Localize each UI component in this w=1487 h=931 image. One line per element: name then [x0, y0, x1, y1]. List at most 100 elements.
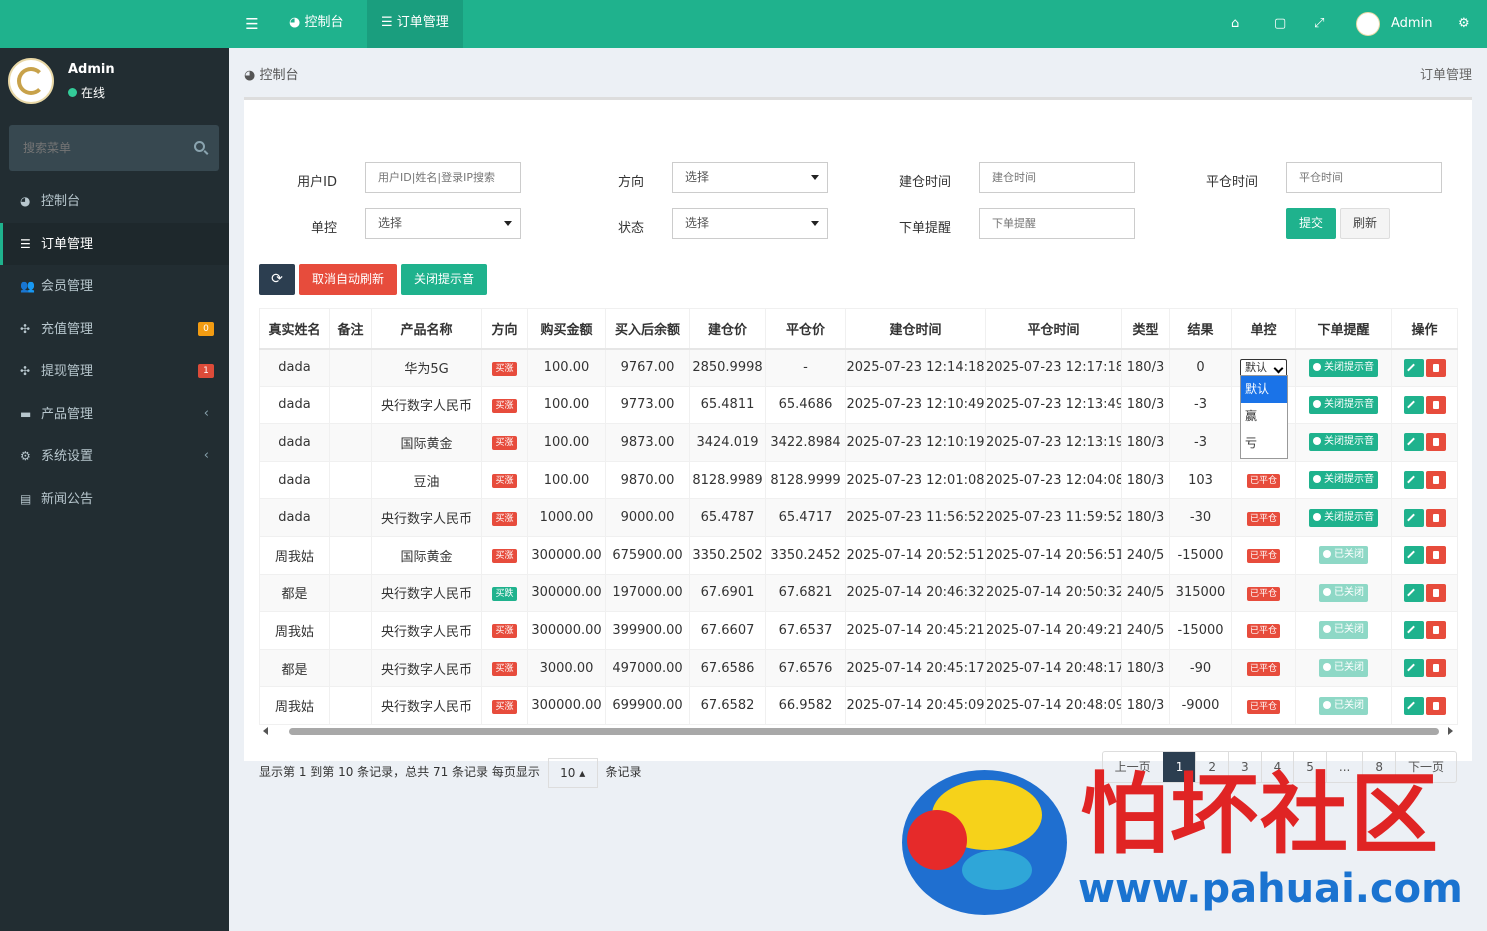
column-header[interactable]: 结果 [1169, 308, 1232, 350]
remind-closed-button[interactable]: 已关闭 [1319, 621, 1368, 640]
edit-icon[interactable] [1403, 471, 1424, 490]
sidebar-item-6[interactable]: ⚙ 系统设置 ‹ [0, 435, 229, 478]
edit-icon[interactable] [1403, 546, 1424, 565]
column-header[interactable]: 购买金额 [527, 308, 606, 350]
remind-closed-button[interactable]: 已关闭 [1319, 696, 1368, 715]
control-select[interactable]: 选择 [365, 208, 521, 239]
remind-closed-button[interactable]: 已关闭 [1319, 659, 1368, 678]
circle-icon [1313, 512, 1321, 521]
sidebar-item-3[interactable]: ✣ 充值管理 0 [0, 308, 229, 351]
scroll-right-icon[interactable] [1448, 727, 1453, 735]
scroll-left-icon[interactable] [263, 727, 268, 735]
column-header[interactable]: 建仓价 [689, 308, 766, 350]
sidebar-item-7[interactable]: ▤ 新闻公告 [0, 478, 229, 521]
sidebar-search-input[interactable] [9, 125, 179, 171]
sidebar-item-1[interactable]: ☰ 订单管理 [0, 222, 229, 265]
edit-icon[interactable] [1403, 696, 1424, 715]
delete-icon[interactable] [1425, 508, 1446, 527]
column-header[interactable]: 建仓时间 [845, 308, 986, 350]
page-size-select[interactable]: 10 ▴ [547, 757, 598, 788]
open-time-label: 建仓时间 [898, 175, 951, 190]
breadcrumb-home[interactable]: 控制台 [259, 68, 298, 83]
cell-close-price: 66.9582 [765, 686, 846, 725]
home-icon[interactable]: ⌂ [1231, 0, 1239, 48]
sidebar-item-4[interactable]: ✣ 提现管理 1 [0, 350, 229, 393]
sidebar-item-2[interactable]: 👥 会员管理 [0, 265, 229, 308]
cell-open-price: 2850.9998 [689, 348, 766, 387]
user-id-input[interactable] [365, 162, 521, 193]
refresh-button[interactable]: ⟳ [259, 264, 295, 295]
delete-icon[interactable] [1425, 395, 1446, 414]
direction-select[interactable]: 选择 [672, 162, 828, 193]
column-header[interactable]: 操作 [1391, 308, 1458, 350]
control-option-default[interactable]: 默认 [1241, 376, 1287, 403]
close-remind-button[interactable]: 关闭提示音 [1309, 471, 1378, 490]
edit-icon[interactable] [1403, 659, 1424, 678]
reset-button[interactable]: 刷新 [1340, 208, 1390, 239]
close-sound-button[interactable]: 关闭提示音 [401, 264, 487, 295]
control-option-win[interactable]: 赢 [1241, 403, 1287, 430]
column-header[interactable]: 方向 [481, 308, 528, 350]
cell-note [329, 423, 372, 462]
column-header[interactable]: 平仓价 [765, 308, 846, 350]
column-header[interactable]: 单控 [1231, 308, 1296, 350]
cell-name: dada [259, 385, 330, 425]
edit-icon[interactable] [1403, 395, 1424, 414]
gears-icon[interactable]: ⚙ [1458, 0, 1470, 48]
remind-closed-button[interactable]: 已关闭 [1319, 583, 1368, 602]
cell-open-time: 2025-07-23 11:56:52 [845, 498, 986, 537]
close-time-input[interactable] [1286, 162, 1442, 193]
delete-icon[interactable] [1425, 471, 1446, 490]
hamburger-menu-icon[interactable]: ☰ [229, 0, 275, 48]
column-header[interactable]: 买入后余额 [605, 308, 690, 350]
tab-orders[interactable]: ☰ 订单管理 [367, 0, 463, 48]
table-row: dada 豆油 买涨 100.00 9870.00 8128.9989 8128.9999 2… [259, 460, 1458, 500]
scrollbar-thumb[interactable] [289, 728, 1439, 735]
fullscreen-icon[interactable]: ⤢ [1314, 0, 1324, 48]
delete-icon[interactable] [1425, 583, 1446, 602]
edit-icon[interactable] [1403, 508, 1424, 527]
circle-icon [1323, 663, 1331, 672]
horizontal-scrollbar[interactable] [259, 726, 1457, 736]
column-header[interactable]: 备注 [329, 308, 372, 350]
column-header[interactable]: 类型 [1121, 308, 1170, 350]
close-remind-button[interactable]: 关闭提示音 [1309, 395, 1378, 414]
sidebar-item-0[interactable]: ◕ 控制台 [0, 180, 229, 223]
submit-button[interactable]: 提交 [1286, 208, 1336, 239]
breadcrumb-current: 订单管理 [1419, 68, 1472, 83]
close-remind-button[interactable]: 关闭提示音 [1309, 508, 1378, 527]
delete-icon[interactable] [1425, 546, 1446, 565]
column-header[interactable]: 真实姓名 [259, 308, 330, 350]
closed-tag: 已平仓 [1246, 549, 1280, 564]
column-header[interactable]: 下单提醒 [1295, 308, 1392, 350]
delete-icon[interactable] [1425, 659, 1446, 678]
topbar-user-name[interactable]: Admin [1391, 0, 1432, 48]
delete-icon[interactable] [1425, 696, 1446, 715]
status-select[interactable]: 选择 [672, 208, 828, 239]
search-icon[interactable] [194, 141, 205, 152]
delete-icon[interactable] [1425, 621, 1446, 640]
control-select-row[interactable]: 默认 [1240, 358, 1287, 377]
trash-icon[interactable]: ▢ [1274, 0, 1286, 48]
topbar-avatar[interactable] [1356, 12, 1380, 36]
tab-dashboard[interactable]: ◕ 控制台 [275, 0, 358, 48]
cell-balance: 675900.00 [605, 535, 690, 575]
cancel-auto-refresh-button[interactable]: 取消自动刷新 [299, 264, 397, 295]
cell-direction: 买涨 [481, 423, 528, 462]
column-header[interactable]: 产品名称 [371, 308, 482, 350]
close-remind-button[interactable]: 关闭提示音 [1309, 433, 1378, 452]
remind-input[interactable] [979, 208, 1135, 239]
remind-closed-button[interactable]: 已关闭 [1319, 546, 1368, 565]
open-time-input[interactable] [979, 162, 1135, 193]
edit-icon[interactable] [1403, 358, 1424, 377]
edit-icon[interactable] [1403, 583, 1424, 602]
delete-icon[interactable] [1425, 433, 1446, 452]
sidebar-item-5[interactable]: ▬ 产品管理 ‹ [0, 393, 229, 436]
edit-icon[interactable] [1403, 433, 1424, 452]
delete-icon[interactable] [1425, 358, 1446, 377]
column-header[interactable]: 平仓时间 [985, 308, 1122, 350]
control-option-lose[interactable]: 亏 [1241, 430, 1287, 457]
cell-product: 央行数字人民币 [371, 498, 482, 537]
edit-icon[interactable] [1403, 621, 1424, 640]
close-remind-button[interactable]: 关闭提示音 [1309, 358, 1378, 377]
